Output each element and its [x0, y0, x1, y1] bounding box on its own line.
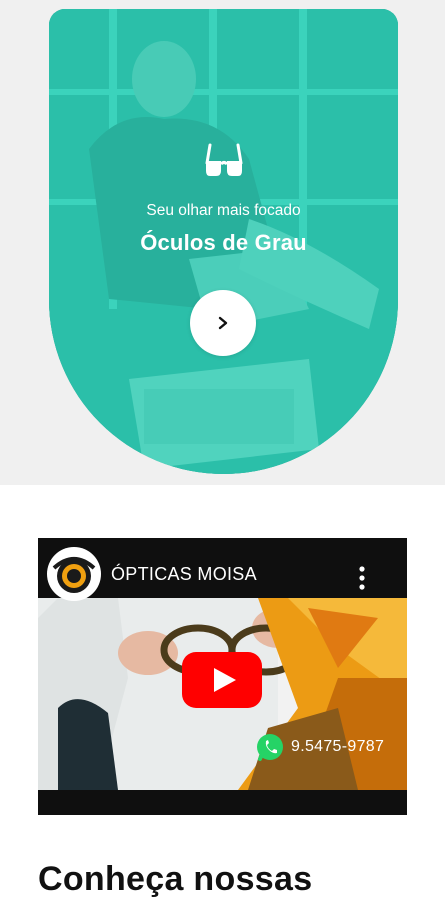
more-vert-icon[interactable] — [356, 565, 368, 591]
phone-number: 9.5475-9787 — [291, 738, 385, 755]
whatsapp-icon — [257, 734, 283, 761]
hero-section: Seu olhar mais focado Óculos de Grau — [0, 0, 445, 485]
card-subtitle: Seu olhar mais focado — [146, 202, 301, 219]
chevron-right-icon — [218, 316, 228, 330]
youtube-video-embed[interactable]: ÓPTICAS MOISA 9.5475-9787 — [38, 538, 407, 815]
next-button[interactable] — [190, 290, 256, 356]
section-heading: Conheça nossas — [38, 860, 313, 898]
youtube-play-icon[interactable] — [182, 652, 262, 708]
glasses-icon — [205, 143, 243, 176]
channel-logo[interactable] — [46, 546, 102, 602]
card-title: Óculos de Grau — [140, 230, 307, 255]
hero-card[interactable]: Seu olhar mais focado Óculos de Grau — [49, 9, 398, 474]
channel-name[interactable]: ÓPTICAS MOISA — [111, 564, 257, 585]
